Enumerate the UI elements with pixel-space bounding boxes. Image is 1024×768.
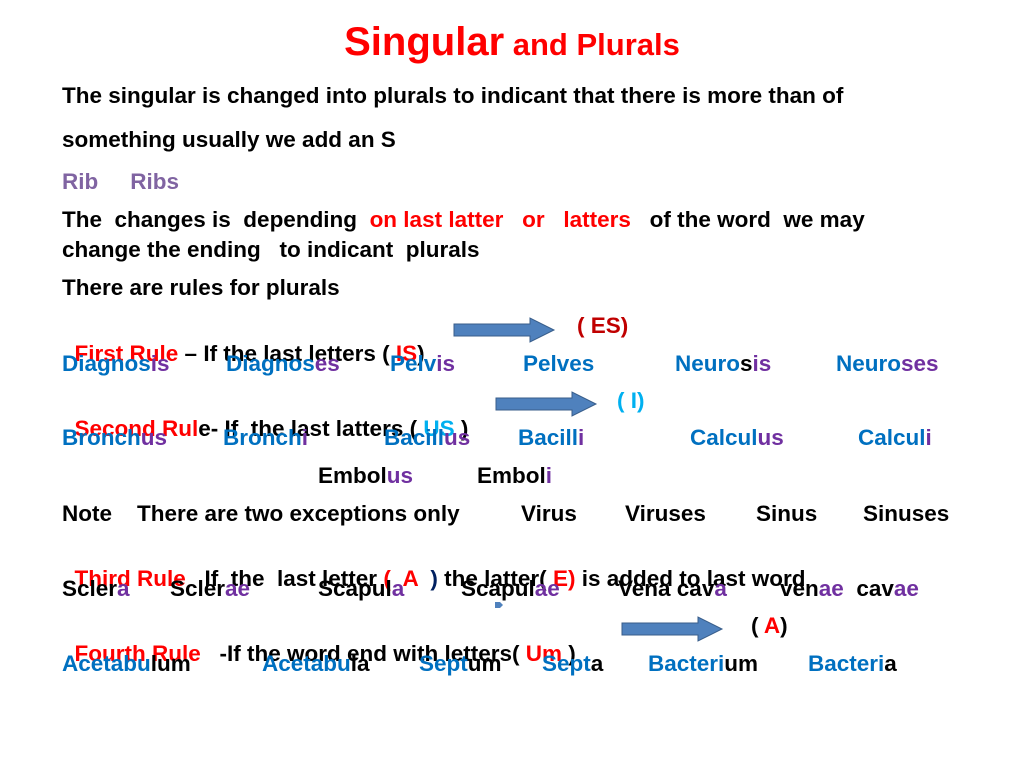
rule4-example: Bacterium: [648, 651, 759, 676]
rule4-example: Acetabula: [262, 651, 370, 676]
small-arrow-marker-icon: [495, 602, 503, 608]
rules-intro: There are rules for plurals: [62, 275, 340, 300]
rule2-example: Bronchus: [62, 425, 168, 450]
rule1-example: Neurosis: [675, 351, 772, 376]
rule4-example: Bacteria: [808, 651, 897, 676]
example-rib: Rib Ribs: [62, 168, 179, 196]
intro-line-1: The singular is changed into plurals to …: [62, 83, 844, 108]
changes-line-1: The changes is depending on last latter …: [62, 207, 865, 232]
rib-singular: Rib: [62, 169, 99, 194]
rib-plural: Ribs: [130, 169, 180, 194]
note-word: Viruses: [625, 501, 706, 526]
title-main: Singular: [344, 20, 505, 64]
rule1-example: Diagnosis: [62, 351, 170, 376]
rule3-example: Sclerae: [170, 576, 251, 601]
rule1-example: Neuroses: [836, 351, 939, 376]
note-text: Note There are two exceptions only: [62, 501, 460, 526]
slide-title: Singular and Plurals: [0, 20, 1024, 65]
rule4-example: Acetabulum: [62, 651, 191, 676]
title-rest: and Plurals: [504, 27, 680, 62]
rule2-arrow-icon: [495, 391, 598, 417]
rule2-example: Bronchi: [223, 425, 309, 450]
rule2-extra-example: Embolus: [318, 463, 414, 488]
note-word: Sinuses: [863, 501, 950, 526]
rule1-example: Diagnoses: [226, 351, 340, 376]
rule4-example: Septum: [419, 651, 502, 676]
rule2-target: ( I): [617, 388, 645, 413]
rule1-arrow-icon: [453, 317, 556, 343]
rule3-example: Scapulae: [461, 576, 560, 601]
rule3-example: Scapula: [318, 576, 405, 601]
rule2-example: Calculus: [690, 425, 784, 450]
rule2-example: Calculi: [858, 425, 932, 450]
rule1-example: Pelves: [523, 351, 595, 376]
rule1-target: ( ES): [577, 313, 629, 338]
rule4-target: ( A): [751, 613, 788, 638]
rule3-example: Sclera: [62, 576, 130, 601]
rule4-example: Septa: [542, 651, 604, 676]
rule3-example: Vena cava: [618, 576, 727, 601]
rule1-example: Pelvis: [390, 351, 456, 376]
note-word: Sinus: [756, 501, 818, 526]
rule2-example: Bacilli: [518, 425, 585, 450]
rule4-arrow-icon: [621, 616, 724, 642]
rule3-example: venae cavae: [780, 576, 919, 601]
intro-line-2: something usually we add an S: [62, 127, 396, 152]
note-word: Virus: [521, 501, 577, 526]
rule2-extra-example: Emboli: [477, 463, 553, 488]
rule2-example: Bacillus: [384, 425, 471, 450]
changes-line-2: change the ending to indicant plurals: [62, 237, 480, 262]
